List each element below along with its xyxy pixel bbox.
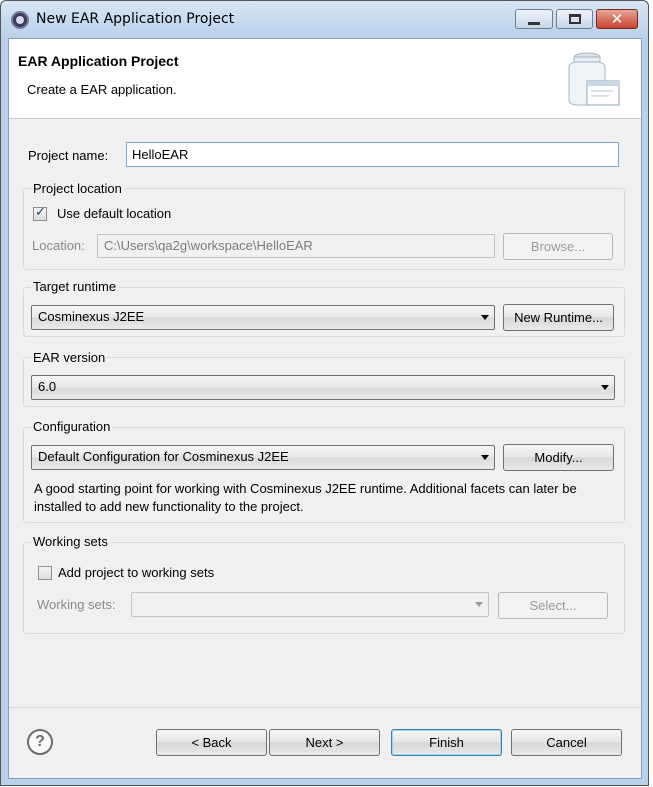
configuration-description: A good starting point for working with C… xyxy=(34,481,577,514)
help-icon[interactable]: ? xyxy=(27,729,53,755)
chevron-down-icon xyxy=(475,602,483,607)
cancel-button[interactable]: Cancel xyxy=(511,729,622,756)
use-default-location-label[interactable]: Use default location xyxy=(57,206,171,221)
working-sets-select[interactable] xyxy=(131,592,489,617)
chevron-down-icon xyxy=(481,315,489,320)
configuration-select[interactable]: Default Configuration for Cosminexus J2E… xyxy=(31,445,495,470)
add-to-working-sets-label[interactable]: Add project to working sets xyxy=(58,565,214,580)
minimize-button[interactable] xyxy=(515,9,553,29)
minimize-icon xyxy=(528,21,540,25)
modify-button[interactable]: Modify... xyxy=(503,444,614,471)
browse-button[interactable]: Browse... xyxy=(503,233,613,260)
chevron-down-icon xyxy=(481,455,489,460)
project-name-label: Project name: xyxy=(28,148,109,163)
configuration-title: Configuration xyxy=(31,419,113,434)
working-sets-title: Working sets xyxy=(31,534,110,549)
footer-separator xyxy=(9,707,641,708)
target-runtime-value: Cosminexus J2EE xyxy=(38,309,145,324)
target-runtime-select[interactable]: Cosminexus J2EE xyxy=(31,305,495,330)
maximize-button[interactable] xyxy=(556,9,593,29)
finish-button[interactable]: Finish xyxy=(391,729,502,756)
close-icon: ✕ xyxy=(610,10,624,28)
banner-title: EAR Application Project xyxy=(18,53,179,69)
add-to-working-sets-checkbox[interactable] xyxy=(38,566,52,580)
eclipse-icon xyxy=(11,11,29,29)
back-button[interactable]: < Back xyxy=(156,729,267,756)
window-title: New EAR Application Project xyxy=(36,11,235,27)
chevron-down-icon xyxy=(601,385,609,390)
new-runtime-button[interactable]: New Runtime... xyxy=(503,304,614,331)
location-label: Location: xyxy=(32,238,85,253)
maximize-icon xyxy=(568,14,581,24)
working-sets-group xyxy=(23,542,625,634)
project-name-input[interactable] xyxy=(126,142,619,167)
banner-description: Create a EAR application. xyxy=(27,82,177,97)
target-runtime-title: Target runtime xyxy=(31,279,119,294)
ear-version-value: 6.0 xyxy=(38,379,57,394)
ear-version-title: EAR version xyxy=(31,350,108,365)
title-bar[interactable]: New EAR Application Project ✕ xyxy=(1,1,648,37)
use-default-location-checkbox[interactable] xyxy=(33,205,47,221)
configuration-value: Default Configuration for Cosminexus J2E… xyxy=(38,449,289,464)
dialog-content: EAR Application Project Create a EAR app… xyxy=(8,38,642,779)
wizard-banner: EAR Application Project Create a EAR app… xyxy=(9,39,641,119)
next-button[interactable]: Next > xyxy=(269,729,380,756)
project-location-title: Project location xyxy=(31,181,124,196)
location-input[interactable]: C:\Users\qa2g\workspace\HelloEAR xyxy=(97,234,495,258)
select-working-sets-button[interactable]: Select... xyxy=(498,592,608,619)
working-sets-label: Working sets: xyxy=(37,597,116,612)
dialog-window: New EAR Application Project ✕ EAR Applic… xyxy=(0,0,649,786)
close-button[interactable]: ✕ xyxy=(596,9,638,29)
ear-version-select[interactable]: 6.0 xyxy=(31,375,615,400)
ear-jar-icon xyxy=(568,52,620,106)
